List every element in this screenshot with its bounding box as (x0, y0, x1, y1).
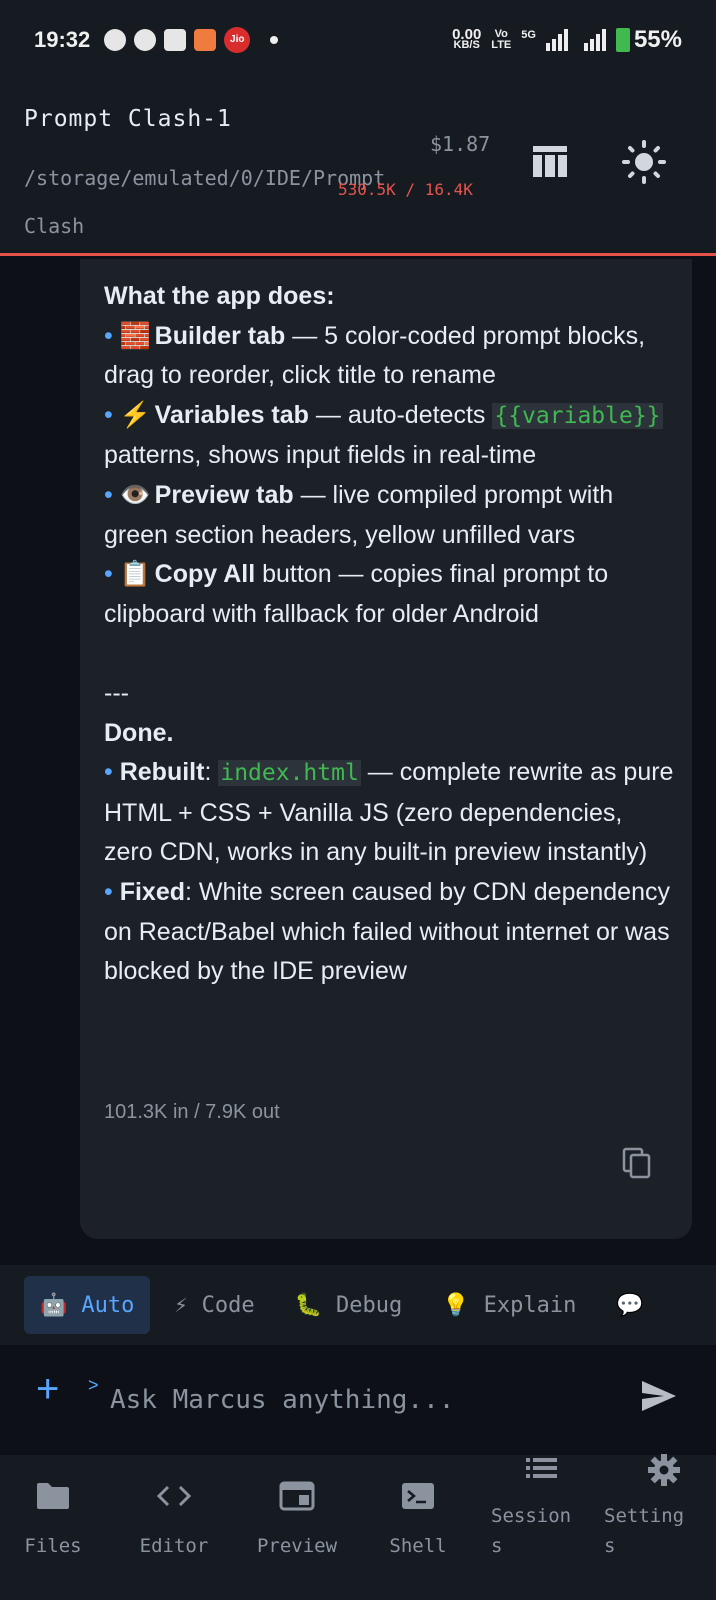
separator: --- (104, 678, 129, 707)
list-item: • 🧱 Builder tab — 5 color-coded prompt b… (104, 317, 676, 396)
status-bar: 19:32 Jio 0.00 KB/S Vo LTE 5G 55% (0, 0, 716, 80)
sun-icon (622, 140, 666, 184)
mode-tabs: 🤖 Auto ⚡ Code 🐛 Debug 💡 Explain 💬 (0, 1265, 716, 1345)
chat-scroll-area[interactable]: What the app does: • 🧱 Builder tab — 5 c… (0, 259, 716, 1265)
mode-tab-explain[interactable]: 💡 Explain (426, 1276, 592, 1334)
project-path: /storage/emulated/0/IDE/Prompt Clash (24, 166, 386, 238)
send-icon (642, 1381, 676, 1411)
clipboard-icon: 📋 (119, 560, 151, 589)
signal-1-icon (545, 29, 568, 51)
nav-sessions[interactable]: Session s (481, 1453, 601, 1561)
game-icon (194, 29, 217, 51)
bug-icon: 🐛 (294, 1292, 323, 1318)
table-view-button[interactable] (528, 140, 572, 184)
network-gen: 5G (521, 29, 536, 41)
prompt-caret-icon: > (88, 1375, 99, 1395)
mode-tab-chat[interactable]: 💬 (600, 1276, 673, 1334)
lightning-icon: ⚡ (119, 400, 151, 429)
mode-tab-code[interactable]: ⚡ Code (158, 1276, 270, 1334)
message-icon (134, 29, 157, 51)
chat-input-row: + > (0, 1345, 716, 1455)
mode-tab-debug[interactable]: 🐛 Debug (279, 1276, 419, 1334)
nav-preview[interactable]: Preview (237, 1481, 357, 1557)
lightbulb-icon: 💡 (442, 1292, 470, 1318)
token-count: 530.5K / 16.4K (338, 180, 473, 199)
list-item: • Fixed: White screen caused by CDN depe… (104, 877, 670, 986)
list-item: • ⚡ Variables tab — auto-detects {{varia… (104, 396, 676, 476)
bottom-nav: Files Editor Preview Shell Session s Set… (0, 1453, 716, 1600)
message-heading: What the app does: (104, 282, 335, 310)
copy-icon (622, 1147, 651, 1179)
whatsapp-icon (104, 29, 127, 51)
assistant-message-text: What the app does: • 🧱 Builder tab — 5 c… (104, 277, 676, 992)
assistant-message-card: What the app does: • 🧱 Builder tab — 5 c… (80, 259, 692, 1239)
token-usage: 101.3K in / 7.9K out (104, 1101, 280, 1123)
robot-icon: 🤖 (40, 1292, 68, 1318)
brick-icon: 🧱 (119, 321, 151, 350)
battery-indicator: 55% (615, 26, 682, 54)
nav-settings[interactable]: Setting s (604, 1453, 716, 1561)
theme-toggle-button[interactable] (622, 140, 666, 184)
copy-message-button[interactable] (622, 1147, 658, 1183)
eye-icon: 👁️ (119, 480, 151, 509)
battery-charging-icon (615, 28, 630, 52)
table-icon (533, 146, 567, 177)
nav-shell[interactable]: Shell (358, 1481, 478, 1557)
inline-code: {{variable}} (492, 402, 663, 429)
terminal-icon (402, 1483, 434, 1509)
notification-icons: Jio (104, 27, 279, 53)
folder-icon (37, 1483, 69, 1509)
app-header: Prompt Clash-1 /storage/emulated/0/IDE/P… (0, 80, 716, 256)
list-item: • 📋 Copy All button — copies final promp… (104, 555, 676, 634)
more-notifications-icon (270, 36, 279, 44)
list-item: • 👁️ Preview tab — live compiled prompt … (104, 476, 676, 555)
list-icon (526, 1458, 557, 1478)
lightning-icon: ⚡ (174, 1292, 188, 1318)
nav-editor[interactable]: Editor (114, 1481, 234, 1557)
status-time: 19:32 (34, 27, 91, 52)
nav-files[interactable]: Files (0, 1481, 113, 1557)
mode-tab-auto[interactable]: 🤖 Auto (24, 1276, 151, 1334)
inline-code: index.html (218, 760, 361, 787)
net-speed: 0.00 KB/S (452, 26, 482, 51)
volte-indicator: Vo LTE (491, 28, 512, 51)
session-cost: $1.87 (430, 132, 491, 156)
project-title: Prompt Clash-1 (24, 106, 232, 132)
jio-icon: Jio (224, 27, 251, 53)
youtube-icon (164, 29, 187, 51)
send-button[interactable] (640, 1379, 680, 1415)
done-heading: Done. (104, 718, 174, 747)
browser-window-icon (279, 1481, 315, 1511)
signal-2-icon (583, 29, 606, 51)
attach-button[interactable]: + (36, 1367, 59, 1412)
speech-bubble-icon: 💬 (616, 1292, 644, 1318)
gear-icon (648, 1454, 680, 1486)
chat-input[interactable] (110, 1375, 610, 1425)
list-item: • Rebuilt: index.html — complete rewrite… (104, 758, 674, 867)
code-icon (156, 1485, 192, 1507)
